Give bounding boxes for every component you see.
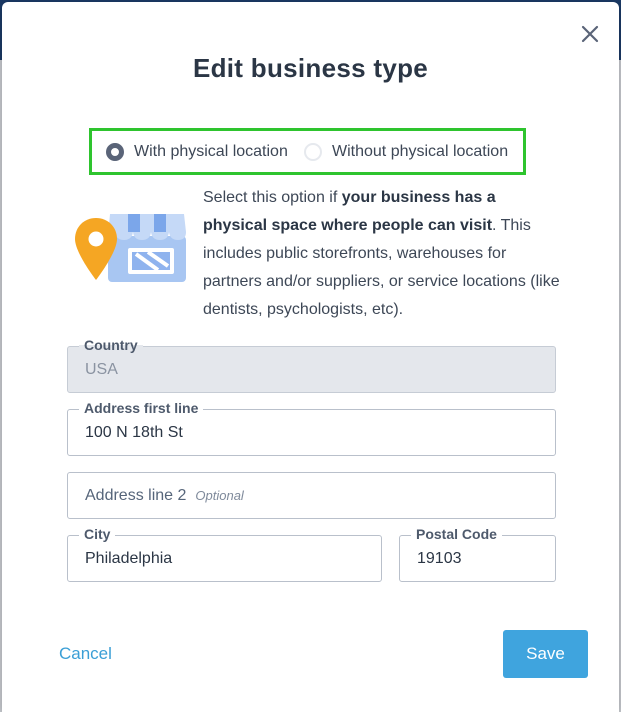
save-button[interactable]: Save: [503, 630, 588, 678]
radio-checked-icon[interactable]: [106, 142, 124, 161]
city-field[interactable]: City Philadelphia: [67, 525, 382, 582]
address-line-2-placeholder: Address line 2: [85, 486, 187, 504]
address-first-line-field[interactable]: Address first line 100 N 18th St: [67, 399, 556, 456]
radio-unchecked-icon[interactable]: [304, 142, 322, 161]
optional-hint: Optional: [195, 488, 244, 503]
country-value: USA: [85, 360, 118, 378]
radio-without-physical-location[interactable]: Without physical location: [304, 131, 508, 172]
business-type-description: Select this option if your business has …: [203, 184, 563, 324]
city-value[interactable]: Philadelphia: [85, 536, 172, 581]
postal-code-field[interactable]: Postal Code 19103: [399, 525, 556, 582]
cancel-button[interactable]: Cancel: [59, 644, 112, 664]
radio-with-physical-location[interactable]: With physical location: [106, 131, 288, 172]
close-icon[interactable]: [578, 22, 602, 46]
storefront-with-location-pin-icon: [72, 208, 190, 284]
country-field: Country USA: [67, 336, 556, 393]
radio-label-with-physical-location: With physical location: [134, 142, 288, 160]
postal-code-value[interactable]: 19103: [417, 536, 462, 581]
modal-title: Edit business type: [192, 53, 429, 83]
address-line-2-field[interactable]: Address line 2 Optional: [67, 472, 556, 519]
address-first-line-value[interactable]: 100 N 18th St: [85, 410, 183, 455]
radio-label-without-physical-location: Without physical location: [332, 142, 509, 160]
description-text-start: Select this option if: [203, 189, 342, 206]
business-type-radio-group: With physical location Without physical …: [89, 128, 526, 175]
address-line-2-placeholder-wrap[interactable]: Address line 2 Optional: [85, 473, 244, 518]
